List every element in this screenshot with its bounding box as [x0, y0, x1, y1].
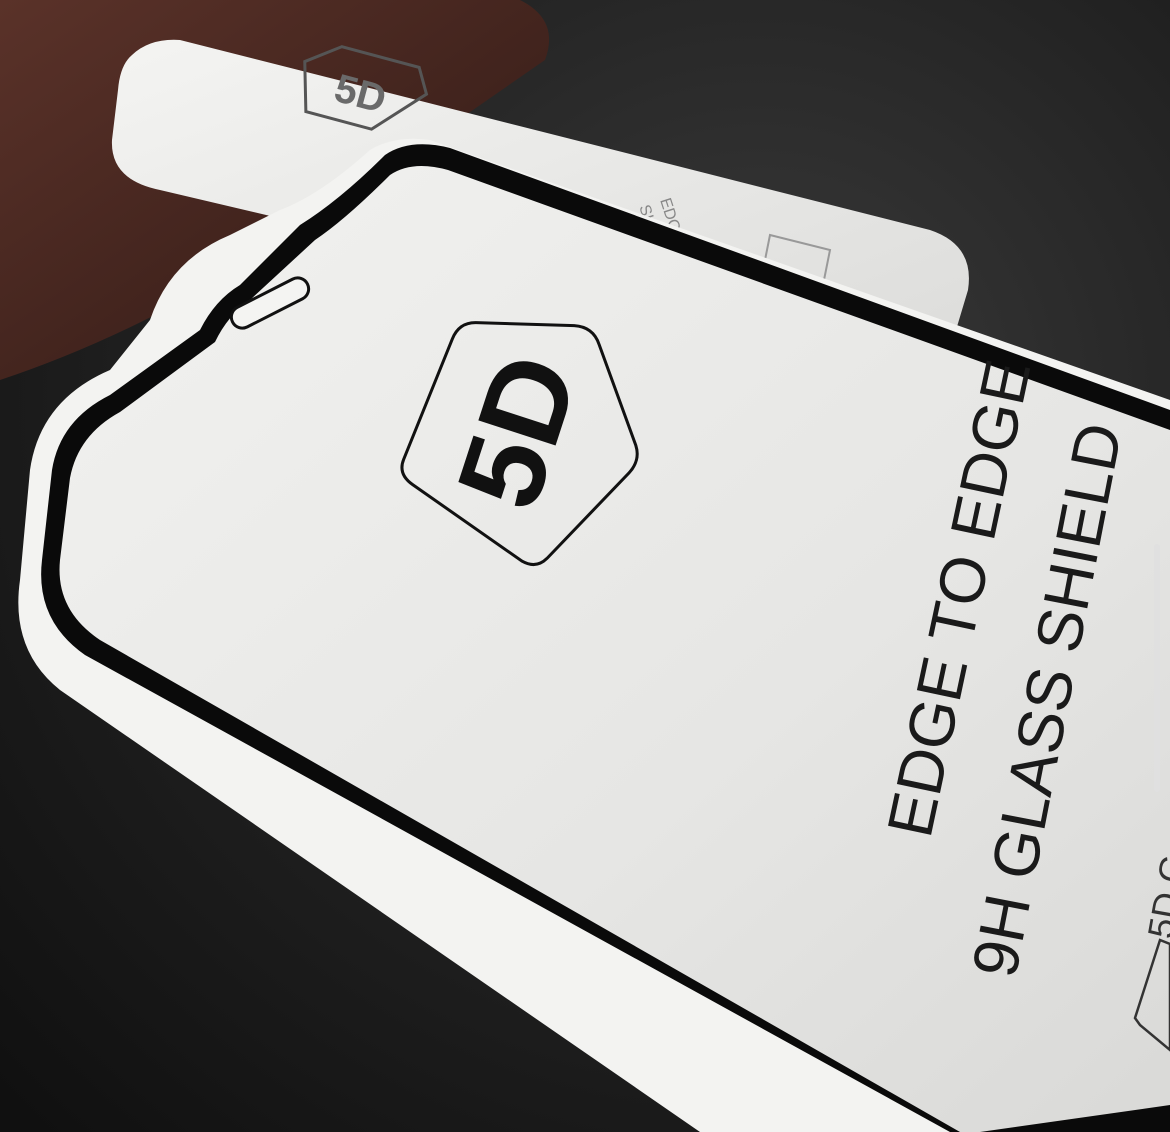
product-photo: 5D EDGE SHIELD 5D EDGE TO EDGE	[0, 0, 1170, 1132]
scroll-indicator[interactable]	[1154, 544, 1160, 792]
scene-illustration: 5D EDGE SHIELD 5D EDGE TO EDGE	[0, 0, 1170, 1132]
